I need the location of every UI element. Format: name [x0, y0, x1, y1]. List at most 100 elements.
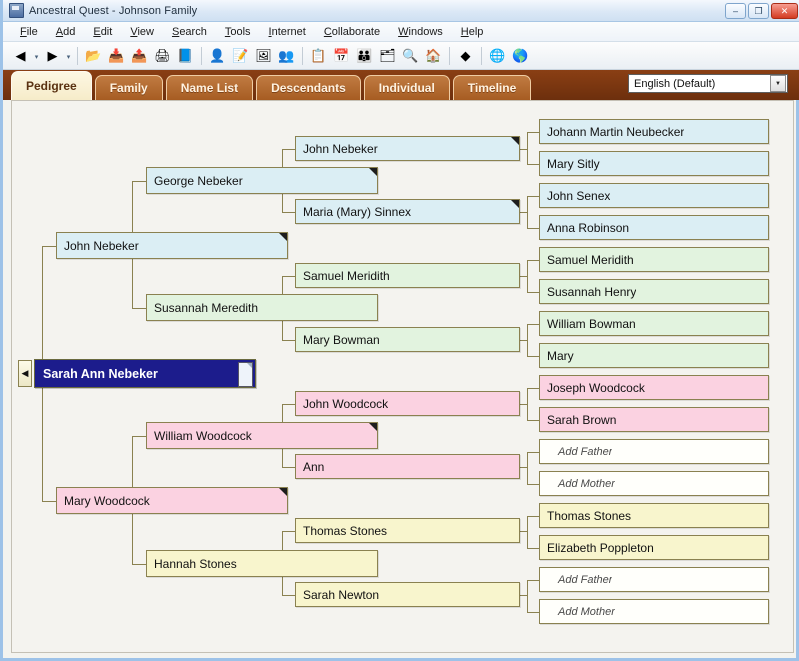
tab-family[interactable]: Family [95, 75, 163, 100]
menu-item-add[interactable]: Add [47, 24, 85, 40]
person-box-gen4[interactable]: Samuel Meridith [295, 263, 520, 288]
more-ancestors-marker-icon[interactable] [369, 168, 377, 176]
add-parent-box[interactable]: Add Father [539, 439, 769, 464]
close-button[interactable]: ✕ [771, 3, 798, 19]
pedigree-chart[interactable]: Johann Martin Neubecker Mary Sitly John Se… [11, 100, 794, 653]
tab-descendants[interactable]: Descendants [256, 75, 361, 100]
connector-line [282, 276, 295, 277]
person-name: Susannah Meredith [154, 301, 258, 315]
person-name: Maria (Mary) Sinnex [303, 205, 411, 219]
web-search-icon[interactable]: 🌐 [487, 45, 508, 66]
minimize-button[interactable]: – [725, 3, 746, 19]
relationship-icon[interactable]: 👪 [354, 45, 375, 66]
language-selector[interactable]: English (Default) ▼ [628, 74, 788, 93]
language-selected-value: English (Default) [629, 78, 770, 90]
person-box-gen5[interactable]: John Senex [539, 183, 769, 208]
person-box-gen5[interactable]: Anna Robinson [539, 215, 769, 240]
add-person-icon[interactable]: 👥 [276, 45, 297, 66]
internet-icon[interactable]: 🌎 [510, 45, 531, 66]
add-parent-box[interactable]: Add Father [539, 567, 769, 592]
add-parent-box[interactable]: Add Mother [539, 599, 769, 624]
person-box-gen5[interactable]: William Bowman [539, 311, 769, 336]
person-box-gen4[interactable]: Thomas Stones [295, 518, 520, 543]
person-name: Mary Sitly [547, 157, 600, 171]
edit-person-icon[interactable]: 👤 [207, 45, 228, 66]
person-box-gen5[interactable]: Susannah Henry [539, 279, 769, 304]
more-ancestors-marker-icon[interactable] [279, 488, 287, 496]
person-box-gen4[interactable]: Mary Bowman [295, 327, 520, 352]
person-box-gen3[interactable]: William Woodcock [146, 422, 378, 449]
add-parent-box[interactable]: Add Mother [539, 471, 769, 496]
maximize-button[interactable]: ❐ [748, 3, 769, 19]
more-ancestors-marker-icon[interactable] [279, 233, 287, 241]
toolbar: ◀▾▶▾📂📥📤🖨📘👤📝🖼👥📋📅👪🗂🔍🏠◆🌐🌎 [3, 42, 799, 70]
connector-line [527, 196, 528, 228]
more-ancestors-marker-icon[interactable] [511, 137, 519, 145]
edit-notes-icon[interactable]: 📝 [230, 45, 251, 66]
back-icon[interactable]: ◀ [10, 45, 31, 66]
person-box-gen5[interactable]: Samuel Meridith [539, 247, 769, 272]
person-box-gen2[interactable]: Mary Woodcock [56, 487, 288, 514]
menu-item-help[interactable]: Help [452, 24, 493, 40]
tab-pedigree[interactable]: Pedigree [11, 71, 92, 100]
calendar-icon[interactable]: 📅 [331, 45, 352, 66]
export-icon[interactable]: 📤 [129, 45, 150, 66]
scrapbook-icon[interactable]: 🖼 [253, 45, 274, 66]
toolbar-separator [201, 47, 202, 65]
connector-line [527, 548, 539, 549]
open-folder-icon[interactable]: 📂 [83, 45, 104, 66]
person-box-gen3[interactable]: George Nebeker [146, 167, 378, 194]
connector-line [132, 181, 146, 182]
person-box-gen5[interactable]: Sarah Brown [539, 407, 769, 432]
connector-line [282, 531, 295, 532]
back-dropdown-icon[interactable]: ▾ [32, 45, 41, 66]
connector-line [527, 324, 539, 325]
book-icon[interactable]: 📘 [175, 45, 196, 66]
connector-line [527, 452, 528, 484]
person-box-gen5[interactable]: Joseph Woodcock [539, 375, 769, 400]
menu-item-collaborate[interactable]: Collaborate [315, 24, 389, 40]
clipboard-icon[interactable]: 📋 [308, 45, 329, 66]
photo-record-icon[interactable]: 🗂 [377, 45, 398, 66]
import-icon[interactable]: 📥 [106, 45, 127, 66]
search-records-icon[interactable]: 🔍 [400, 45, 421, 66]
person-box-gen5[interactable]: Johann Martin Neubecker [539, 119, 769, 144]
person-box-gen2[interactable]: John Nebeker [56, 232, 288, 259]
connector-line [527, 452, 539, 453]
person-box-gen3[interactable]: Susannah Meredith [146, 294, 378, 321]
previous-generation-button[interactable]: ◀ [18, 360, 32, 387]
person-box-gen4[interactable]: John Woodcock [295, 391, 520, 416]
tab-individual[interactable]: Individual [364, 75, 450, 100]
menu-item-edit[interactable]: Edit [84, 24, 121, 40]
menu-item-file[interactable]: File [11, 24, 47, 40]
person-box-gen5[interactable]: Mary [539, 343, 769, 368]
tab-name-list[interactable]: Name List [166, 75, 253, 100]
person-box-gen4[interactable]: Sarah Newton [295, 582, 520, 607]
person-box-gen5[interactable]: Elizabeth Poppleton [539, 535, 769, 560]
menu-item-search[interactable]: Search [163, 24, 216, 40]
chevron-down-icon[interactable]: ▼ [770, 75, 786, 92]
person-box-gen4[interactable]: Maria (Mary) Sinnex [295, 199, 520, 224]
person-box-gen5[interactable]: Thomas Stones [539, 503, 769, 528]
person-box-gen4[interactable]: Ann [295, 454, 520, 479]
minimize-icon: – [733, 7, 738, 16]
forward-icon[interactable]: ▶ [42, 45, 63, 66]
person-detail-icon[interactable] [238, 362, 253, 387]
menu-item-view[interactable]: View [121, 24, 163, 40]
menu-item-tools[interactable]: Tools [216, 24, 260, 40]
person-box-gen4[interactable]: John Nebeker [295, 136, 520, 161]
close-icon: ✕ [781, 7, 789, 16]
more-ancestors-marker-icon[interactable] [511, 200, 519, 208]
more-ancestors-marker-icon[interactable] [369, 423, 377, 431]
person-box-gen3[interactable]: Hannah Stones [146, 550, 378, 577]
connector-line [132, 308, 146, 309]
forward-dropdown-icon[interactable]: ▾ [64, 45, 73, 66]
tab-timeline[interactable]: Timeline [453, 75, 531, 100]
person-box-gen5[interactable]: Mary Sitly [539, 151, 769, 176]
root-person-box[interactable]: Sarah Ann Nebeker [34, 359, 256, 388]
temple-icon[interactable]: ◆ [455, 45, 476, 66]
menu-item-windows[interactable]: Windows [389, 24, 452, 40]
home-icon[interactable]: 🏠 [423, 45, 444, 66]
print-icon[interactable]: 🖨 [152, 45, 173, 66]
menu-item-internet[interactable]: Internet [260, 24, 315, 40]
